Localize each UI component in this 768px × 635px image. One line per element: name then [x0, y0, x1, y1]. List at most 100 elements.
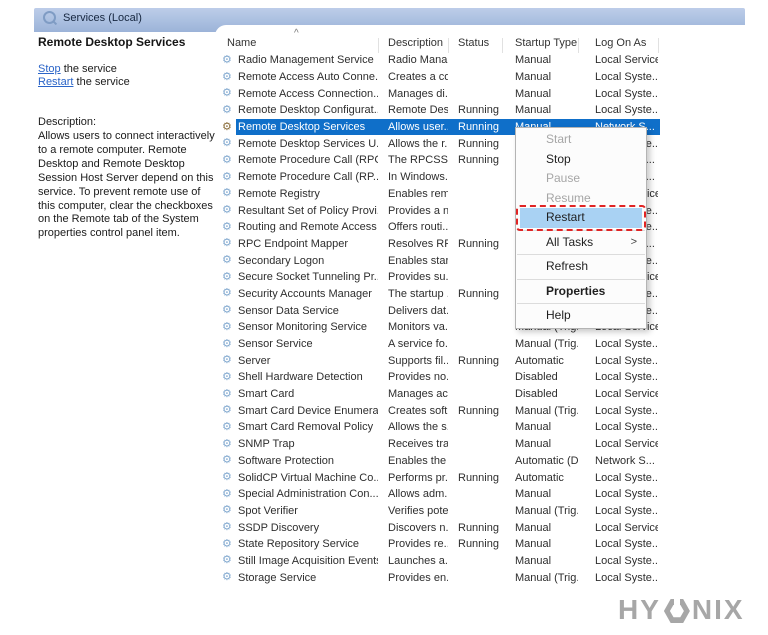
service-description: Performs pr...: [378, 472, 448, 484]
service-status: Running: [448, 355, 502, 367]
service-status: Running: [448, 238, 502, 250]
gear-icon: ⚙: [222, 522, 238, 533]
table-row[interactable]: ⚙Remote Access Auto Conne... Creates a c…: [215, 69, 672, 86]
table-row[interactable]: ⚙Still Image Acquisition Events Launches…: [215, 553, 672, 570]
service-logon-as: Local Syste...: [578, 88, 658, 100]
column-header-name[interactable]: Name: [227, 37, 256, 49]
stop-service-line: Stop the service: [38, 63, 130, 76]
submenu-arrow-icon: >: [631, 233, 637, 253]
service-name: Remote Desktop Services U...: [238, 138, 378, 150]
service-startup-type: Manual: [502, 104, 578, 116]
column-header-status[interactable]: Status: [458, 37, 489, 49]
service-logon-as: Local Syste...: [578, 472, 658, 484]
service-description: Creates soft...: [378, 405, 448, 417]
service-name: Software Protection: [238, 455, 334, 467]
service-name: Remote Desktop Services: [238, 121, 365, 133]
table-row[interactable]: ⚙Radio Management Service Radio Mana... …: [215, 52, 672, 69]
service-description: The RPCSS ...: [378, 154, 448, 166]
gear-icon: ⚙: [222, 138, 238, 149]
stop-service-link[interactable]: Stop: [38, 63, 61, 75]
service-name: Spot Verifier: [238, 505, 298, 517]
service-name: Radio Management Service: [238, 54, 374, 66]
table-row[interactable]: ⚙Storage Service Provides en... Manual (…: [215, 569, 672, 586]
table-row[interactable]: ⚙SolidCP Virtual Machine Co... Performs …: [215, 469, 672, 486]
service-startup-type: Automatic (D...: [502, 455, 578, 467]
service-description: Discovers n...: [378, 522, 448, 534]
table-row[interactable]: ⚙Shell Hardware Detection Provides no...…: [215, 369, 672, 386]
selected-service-title: Remote Desktop Services: [38, 35, 185, 49]
service-logon-as: Local Syste...: [578, 405, 658, 417]
restart-service-link[interactable]: Restart: [38, 76, 73, 88]
service-startup-type: Manual: [502, 71, 578, 83]
service-logon-as: Network S...: [578, 455, 658, 467]
menu-item-refresh[interactable]: Refresh: [516, 257, 646, 277]
gear-icon: ⚙: [222, 455, 238, 466]
service-name: Shell Hardware Detection: [238, 371, 363, 383]
menu-item-start[interactable]: Start: [516, 130, 646, 150]
service-logon-as: Local Syste...: [578, 538, 658, 550]
service-name: Server: [238, 355, 270, 367]
menu-item-restart[interactable]: Restart: [516, 208, 646, 228]
gear-icon: ⚙: [222, 355, 238, 366]
service-description: Provides re...: [378, 538, 448, 550]
service-name: Sensor Service: [238, 338, 313, 350]
table-row[interactable]: ⚙SNMP Trap Receives tra... Manual Local …: [215, 436, 672, 453]
service-action-links: Stop the service Restart the service: [38, 63, 130, 89]
service-status: Running: [448, 405, 502, 417]
column-divider[interactable]: [658, 38, 659, 53]
menu-item-stop[interactable]: Stop: [516, 150, 646, 170]
column-divider[interactable]: [378, 38, 379, 53]
service-name: Smart Card Removal Policy: [238, 421, 373, 433]
table-row[interactable]: ⚙State Repository Service Provides re...…: [215, 536, 672, 553]
service-name: Remote Procedure Call (RPC): [238, 154, 378, 166]
service-startup-type: Disabled: [502, 388, 578, 400]
service-logon-as: Local Syste...: [578, 338, 658, 350]
hyonix-logo: HY NIX: [618, 594, 745, 626]
column-divider[interactable]: [502, 38, 503, 53]
table-row[interactable]: ⚙Server Supports fil... Running Automati…: [215, 352, 672, 369]
table-row[interactable]: ⚙Spot Verifier Verifies pote... Manual (…: [215, 503, 672, 520]
menu-item-resume[interactable]: Resume: [516, 189, 646, 209]
service-description: Creates a co...: [378, 71, 448, 83]
menu-item-properties[interactable]: Properties: [516, 282, 646, 302]
service-name: Remote Desktop Configurat...: [238, 104, 378, 116]
service-name: Remote Access Auto Conne...: [238, 71, 378, 83]
menu-divider: [517, 230, 645, 231]
service-name: Secure Socket Tunneling Pr...: [238, 271, 378, 283]
service-name: Remote Registry: [238, 188, 320, 200]
service-logon-as: Local Syste...: [578, 488, 658, 500]
table-row[interactable]: ⚙Smart Card Manages ac... Disabled Local…: [215, 386, 672, 403]
column-header-logon[interactable]: Log On As: [595, 37, 646, 49]
logo-text-left: HY: [618, 594, 661, 626]
service-status: Running: [448, 472, 502, 484]
menu-item-all-tasks[interactable]: All Tasks>: [516, 233, 646, 253]
service-description: Receives tra...: [378, 438, 448, 450]
table-row[interactable]: ⚙Special Administration Con... Allows ad…: [215, 486, 672, 503]
table-row[interactable]: ⚙Smart Card Removal Policy Allows the s.…: [215, 419, 672, 436]
table-row[interactable]: ⚙Remote Desktop Configurat... Remote Des…: [215, 102, 672, 119]
gear-icon: ⚙: [222, 389, 238, 400]
table-row[interactable]: ⚙Software Protection Enables the ... Aut…: [215, 453, 672, 470]
service-startup-type: Manual: [502, 522, 578, 534]
table-row[interactable]: ⚙Smart Card Device Enumera... Creates so…: [215, 402, 672, 419]
description-label: Description:: [38, 116, 96, 128]
service-logon-as: Local Service: [578, 522, 658, 534]
menu-divider: [517, 254, 645, 255]
service-startup-type: Manual: [502, 538, 578, 550]
table-row[interactable]: ⚙Remote Access Connection... Manages di.…: [215, 85, 672, 102]
column-header-startup[interactable]: Startup Type: [515, 37, 577, 49]
gear-icon: ⚙: [222, 405, 238, 416]
service-description: Monitors va...: [378, 321, 448, 333]
service-description: Launches a...: [378, 555, 448, 567]
service-description: Allows the r...: [378, 138, 448, 150]
column-divider[interactable]: [578, 38, 579, 53]
service-name: Remote Access Connection...: [238, 88, 378, 100]
column-divider[interactable]: [448, 38, 449, 53]
column-header-description[interactable]: Description: [388, 37, 443, 49]
service-logon-as: Local Syste...: [578, 355, 658, 367]
gear-icon: ⚙: [222, 572, 238, 583]
table-row[interactable]: ⚙Sensor Service A service fo... Manual (…: [215, 336, 672, 353]
menu-item-help[interactable]: Help: [516, 306, 646, 326]
menu-item-pause[interactable]: Pause: [516, 169, 646, 189]
table-row[interactable]: ⚙SSDP Discovery Discovers n... Running M…: [215, 519, 672, 536]
